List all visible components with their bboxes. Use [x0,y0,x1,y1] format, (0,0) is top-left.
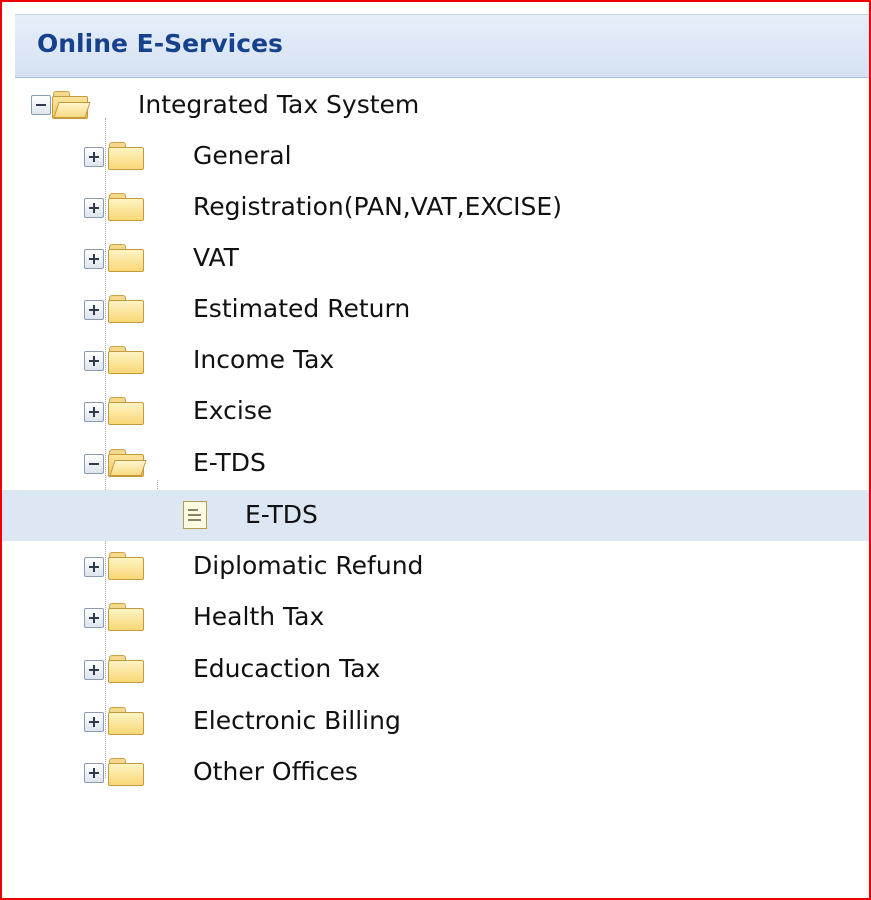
tree-node-educaction-tax[interactable]: Educaction Tax [2,644,869,695]
expand-toggle-icon[interactable] [84,660,104,680]
tree-node-label: Income Tax [193,345,335,374]
expand-toggle-icon[interactable] [84,608,104,628]
tree-node-label: Diplomatic Refund [193,551,424,580]
tree-node-label: General [193,141,292,170]
tree-node-label: E-TDS [245,500,318,529]
tree-node-other-offices[interactable]: Other Offices [2,747,869,798]
tree-view: Integrated Tax System General Registrati… [2,2,869,898]
e-services-panel: Online E-Services Integrated Tax System … [0,0,871,900]
folder-icon [108,757,145,787]
collapse-toggle-icon[interactable] [84,454,104,474]
tree-node-label: E-TDS [193,448,266,477]
tree-node-label: VAT [193,243,239,272]
tree-node-excise[interactable]: Excise [2,386,869,437]
expand-toggle-icon[interactable] [84,198,104,218]
folder-icon [108,141,145,171]
tree-node-registration[interactable]: Registration(PAN,VAT,EXCISE) [2,182,869,233]
tree-node-label: Electronic Billing [193,706,401,735]
folder-icon [108,602,145,632]
expand-toggle-icon[interactable] [84,402,104,422]
tree-node-diplomatic-refund[interactable]: Diplomatic Refund [2,541,869,592]
folder-icon [108,706,145,736]
tree-node-vat[interactable]: VAT [2,233,869,284]
expand-toggle-icon[interactable] [84,763,104,783]
tree-leaf-e-tds[interactable]: E-TDS [2,490,869,541]
tree-node-income-tax[interactable]: Income Tax [2,335,869,386]
tree-node-label: Educaction Tax [193,654,381,683]
expand-toggle-icon[interactable] [84,147,104,167]
folder-icon [108,654,145,684]
folder-open-icon [108,448,147,478]
tree-node-electronic-billing[interactable]: Electronic Billing [2,696,869,747]
folder-icon [108,396,145,426]
tree-node-health-tax[interactable]: Health Tax [2,592,869,643]
folder-open-icon [52,90,91,120]
folder-icon [108,243,145,273]
expand-toggle-icon[interactable] [84,351,104,371]
expand-toggle-icon[interactable] [84,249,104,269]
folder-icon [108,345,145,375]
folder-icon [108,294,145,324]
tree-node-label: Excise [193,396,273,425]
document-icon [183,501,207,529]
tree-node-label: Registration(PAN,VAT,EXCISE) [193,192,562,221]
folder-icon [108,192,145,222]
tree-node-label: Integrated Tax System [138,90,420,119]
tree-node-label: Health Tax [193,602,325,631]
folder-icon [108,551,145,581]
tree-node-estimated-return[interactable]: Estimated Return [2,284,869,335]
tree-node-general[interactable]: General [2,131,869,182]
tree-node-label: Other Offices [193,757,358,786]
expand-toggle-icon[interactable] [84,557,104,577]
collapse-toggle-icon[interactable] [31,95,51,115]
tree-node-label: Estimated Return [193,294,411,323]
tree-node-integrated-tax-system[interactable]: Integrated Tax System [2,80,869,131]
expand-toggle-icon[interactable] [84,712,104,732]
expand-toggle-icon[interactable] [84,300,104,320]
tree-node-e-tds[interactable]: E-TDS [2,438,869,489]
